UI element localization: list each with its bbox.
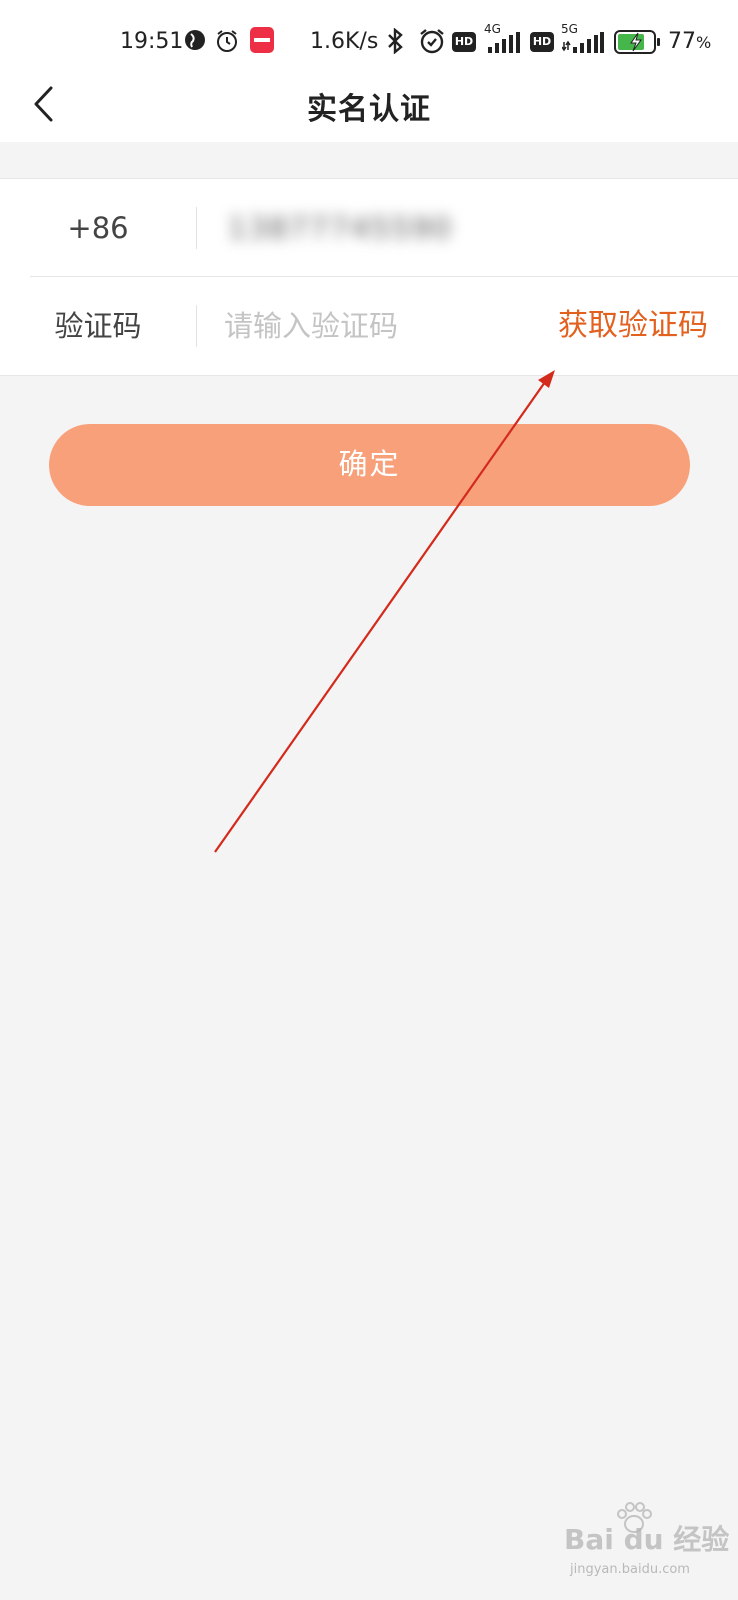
- confirm-button[interactable]: 确定: [49, 424, 690, 506]
- alarm-clock-icon: [418, 27, 446, 63]
- navigation-bar: 实名认证: [0, 70, 738, 142]
- battery-percent: 77%: [668, 24, 711, 60]
- app-notification-icon: [250, 27, 274, 63]
- phone-row: +86 13877745590: [0, 179, 738, 277]
- get-code-button[interactable]: 获取验证码: [558, 277, 708, 375]
- verification-code-input[interactable]: [224, 301, 524, 351]
- hd-badge-1: HD: [452, 32, 476, 52]
- code-label: 验证码: [54, 309, 142, 343]
- divider: [196, 305, 197, 347]
- country-code[interactable]: +86: [0, 179, 196, 277]
- alarm-icon: [214, 28, 240, 64]
- signal-icon: [486, 30, 520, 66]
- page-title: 实名认证: [307, 92, 431, 127]
- battery-percent-suffix: %: [696, 33, 712, 52]
- status-time: 19:51: [120, 29, 184, 54]
- status-bar: 19:51 1.6K/s HD 4G HD 5G 77%: [0, 0, 738, 70]
- code-row: 验证码 获取验证码: [0, 277, 738, 375]
- battery-charging-icon: [614, 30, 662, 66]
- battery-percent-value: 77: [668, 29, 696, 54]
- globe-icon: [183, 28, 207, 64]
- verification-form: +86 13877745590 验证码 获取验证码: [0, 178, 738, 376]
- watermark: Bai du 经验 jingyan.baidu.com: [556, 1500, 736, 1590]
- bluetooth-icon: [384, 27, 406, 64]
- hd-badge-2: HD: [530, 32, 554, 52]
- signal-icon: [561, 30, 604, 66]
- phone-number-field[interactable]: 13877745590: [228, 179, 453, 277]
- divider: [196, 207, 197, 249]
- watermark-url: jingyan.baidu.com: [570, 1562, 690, 1577]
- network-speed: 1.6K/s: [310, 29, 379, 54]
- watermark-brand: Bai du 经验: [564, 1523, 730, 1556]
